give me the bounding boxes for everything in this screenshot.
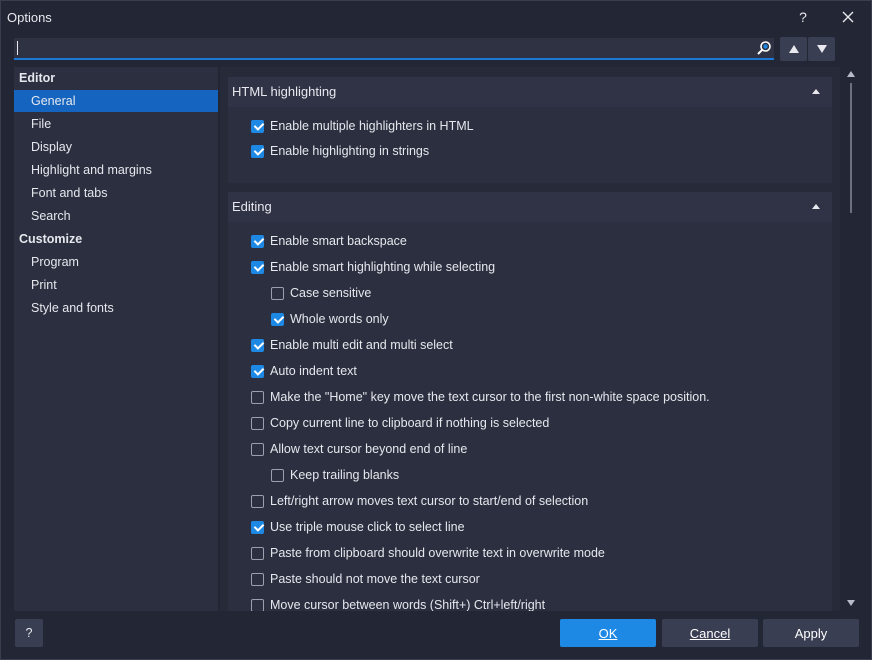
checkbox-unchecked-icon[interactable]	[251, 572, 264, 586]
help-icon: ?	[799, 9, 807, 25]
checkbox-unchecked-icon[interactable]	[251, 442, 264, 456]
checkbox-checked-icon[interactable]	[251, 520, 264, 534]
close-button[interactable]	[834, 5, 862, 29]
section-title: Editing	[232, 199, 272, 214]
option-label: Left/right arrow moves text cursor to st…	[270, 494, 589, 508]
checkbox-unchecked-icon[interactable]	[251, 416, 264, 430]
option-label: Paste should not move the text cursor	[270, 572, 480, 586]
checkbox-unchecked-icon[interactable]	[251, 494, 264, 508]
checkbox-checked-icon[interactable]	[251, 144, 264, 158]
ok-label: OK	[598, 625, 618, 641]
sidebar-item-highlight-and-margins[interactable]: Highlight and margins	[14, 159, 218, 181]
collapse-icon[interactable]	[812, 89, 820, 94]
option-label: Copy current line to clipboard if nothin…	[270, 416, 550, 430]
sidebar-item-program[interactable]: Program	[14, 251, 218, 273]
cancel-label: Cancel	[689, 625, 731, 641]
checkbox-unchecked-icon[interactable]	[271, 468, 284, 482]
option-checkbox[interactable]: Enable smart highlighting while selectin…	[251, 257, 495, 277]
checkbox-checked-icon[interactable]	[251, 338, 264, 352]
previous-match-button[interactable]	[780, 37, 807, 61]
footer-help-button[interactable]: ?	[15, 619, 43, 647]
title-bar: Options ?	[1, 1, 871, 33]
apply-button[interactable]: Apply	[763, 619, 859, 647]
apply-label: Apply	[794, 625, 828, 641]
sidebar-item-display[interactable]: Display	[14, 136, 218, 158]
sidebar-item-file[interactable]: File	[14, 113, 218, 135]
sidebar-item-font-and-tabs[interactable]: Font and tabs	[14, 182, 218, 204]
option-label: Enable smart highlighting while selectin…	[270, 260, 496, 274]
option-label: Enable multi edit and multi select	[270, 338, 453, 352]
title-help-button[interactable]: ?	[789, 5, 817, 29]
section-header[interactable]: Editing	[228, 192, 832, 222]
sidebar-item-print[interactable]: Print	[14, 274, 218, 296]
checkbox-checked-icon[interactable]	[251, 119, 264, 133]
option-checkbox[interactable]: Auto indent text	[251, 361, 357, 381]
search-icon[interactable]	[756, 40, 772, 56]
scrollbar[interactable]	[843, 67, 859, 611]
option-label: Use triple mouse click to select line	[270, 520, 465, 534]
section-title: HTML highlighting	[232, 84, 337, 99]
close-icon	[842, 11, 854, 23]
checkbox-checked-icon[interactable]	[271, 312, 284, 326]
option-checkbox[interactable]: Case sensitive	[271, 283, 371, 303]
search-input[interactable]	[14, 38, 752, 58]
option-checkbox[interactable]: Paste should not move the text cursor	[251, 569, 480, 589]
checkbox-unchecked-icon[interactable]	[251, 546, 264, 560]
section-header[interactable]: HTML highlighting	[228, 77, 832, 107]
option-checkbox[interactable]: Use triple mouse click to select line	[251, 517, 465, 537]
arrow-up-icon	[788, 45, 799, 53]
scroll-thumb[interactable]	[850, 83, 852, 213]
search-box	[14, 38, 774, 60]
option-checkbox[interactable]: Left/right arrow moves text cursor to st…	[251, 491, 588, 511]
option-checkbox[interactable]: Whole words only	[271, 309, 389, 329]
option-label: Allow text cursor beyond end of line	[270, 442, 468, 456]
option-checkbox[interactable]: Move cursor between words (Shift+) Ctrl+…	[251, 595, 545, 611]
option-checkbox[interactable]: Enable multiple highlighters in HTML	[251, 116, 474, 136]
option-label: Enable multiple highlighters in HTML	[270, 119, 474, 133]
scroll-down-icon[interactable]	[847, 600, 855, 606]
cancel-button[interactable]: Cancel	[662, 619, 758, 647]
checkbox-unchecked-icon[interactable]	[251, 598, 264, 611]
next-match-button[interactable]	[808, 37, 835, 61]
option-label: Keep trailing blanks	[290, 468, 400, 482]
text-caret	[17, 41, 18, 55]
option-label: Auto indent text	[270, 364, 357, 378]
sidebar-group-editor[interactable]: Editor	[14, 67, 218, 89]
checkbox-checked-icon[interactable]	[251, 260, 264, 274]
option-checkbox[interactable]: Make the "Home" key move the text cursor…	[251, 387, 710, 407]
checkbox-checked-icon[interactable]	[251, 234, 264, 248]
help-label: ?	[25, 626, 33, 640]
option-label: Enable highlighting in strings	[270, 144, 430, 158]
option-checkbox[interactable]: Paste from clipboard should overwrite te…	[251, 543, 605, 563]
option-label: Case sensitive	[290, 286, 372, 300]
option-checkbox[interactable]: Enable multi edit and multi select	[251, 335, 453, 355]
checkbox-unchecked-icon[interactable]	[271, 286, 284, 300]
sidebar: Editor General File Display Highlight and ma…	[14, 67, 218, 611]
checkbox-checked-icon[interactable]	[251, 364, 264, 378]
sidebar-item-general[interactable]: General	[14, 90, 218, 112]
arrow-down-icon	[816, 45, 827, 53]
option-checkbox[interactable]: Allow text cursor beyond end of line	[251, 439, 467, 459]
checkbox-unchecked-icon[interactable]	[251, 390, 264, 404]
option-label: Paste from clipboard should overwrite te…	[270, 546, 605, 560]
option-checkbox[interactable]: Enable highlighting in strings	[251, 141, 429, 161]
collapse-icon[interactable]	[812, 204, 820, 209]
option-checkbox[interactable]: Enable smart backspace	[251, 231, 407, 251]
option-label: Enable smart backspace	[270, 234, 407, 248]
ok-button[interactable]: OK	[560, 619, 656, 647]
option-checkbox[interactable]: Copy current line to clipboard if nothin…	[251, 413, 549, 433]
sidebar-group-customize[interactable]: Customize	[14, 228, 218, 250]
option-checkbox[interactable]: Keep trailing blanks	[271, 465, 399, 485]
options-dialog: Options ? Editor General File Display Highli…	[0, 0, 872, 660]
scroll-up-icon[interactable]	[847, 71, 855, 77]
option-label: Whole words only	[290, 312, 389, 326]
option-label: Move cursor between words (Shift+) Ctrl+…	[270, 598, 546, 611]
sidebar-item-style-and-fonts[interactable]: Style and fonts	[14, 297, 218, 319]
window-title: Options	[7, 10, 52, 25]
option-label: Make the "Home" key move the text cursor…	[270, 390, 710, 404]
options-content: HTML highlighting Enable multiple highlig…	[220, 67, 840, 611]
sidebar-item-search[interactable]: Search	[14, 205, 218, 227]
